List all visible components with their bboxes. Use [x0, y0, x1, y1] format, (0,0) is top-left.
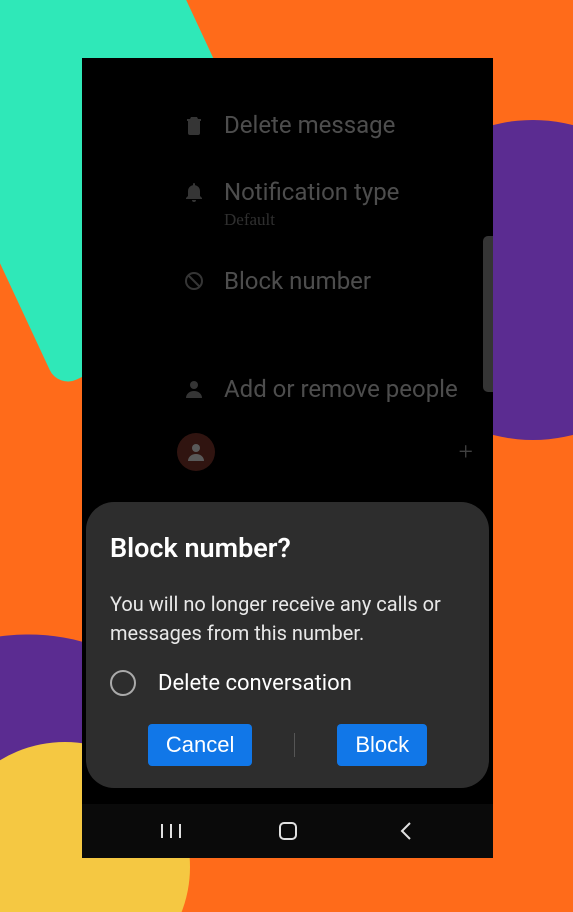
phone-frame: Delete message Notification type Default… — [82, 58, 493, 858]
home-button[interactable] — [275, 818, 301, 844]
checkbox-label: Delete conversation — [158, 671, 352, 696]
block-button[interactable]: Block — [337, 724, 427, 766]
menu-item-delete: Delete message — [82, 92, 493, 159]
dialog-title: Block number? — [110, 532, 465, 564]
menu-item-block: Block number — [82, 248, 493, 315]
bell-icon — [182, 180, 206, 204]
block-icon — [182, 269, 206, 293]
system-navbar — [82, 804, 493, 858]
dialog-message: You will no longer receive any calls or … — [110, 590, 465, 648]
block-number-dialog: Block number? You will no longer receive… — [86, 502, 489, 788]
scroll-indicator — [483, 236, 493, 392]
radio-icon — [110, 670, 136, 696]
back-button[interactable] — [392, 818, 418, 844]
contact-row: + — [82, 423, 493, 481]
recents-button[interactable] — [158, 818, 184, 844]
trash-icon — [182, 113, 206, 137]
menu-notification-value: Default — [224, 210, 399, 230]
menu-people-label: Add or remove people — [224, 374, 458, 405]
dialog-actions: Cancel Block — [110, 724, 465, 766]
menu-delete-label: Delete message — [224, 110, 395, 141]
cancel-button[interactable]: Cancel — [148, 724, 252, 766]
plus-icon: + — [458, 437, 473, 467]
menu-block-label: Block number — [224, 266, 371, 297]
button-divider — [294, 733, 295, 757]
avatar — [177, 433, 215, 471]
person-icon — [182, 377, 206, 401]
menu-item-people: Add or remove people — [82, 356, 493, 423]
menu-item-notification: Notification type Default — [82, 159, 493, 248]
menu-notification-label: Notification type — [224, 177, 399, 208]
delete-conversation-option[interactable]: Delete conversation — [110, 670, 465, 696]
